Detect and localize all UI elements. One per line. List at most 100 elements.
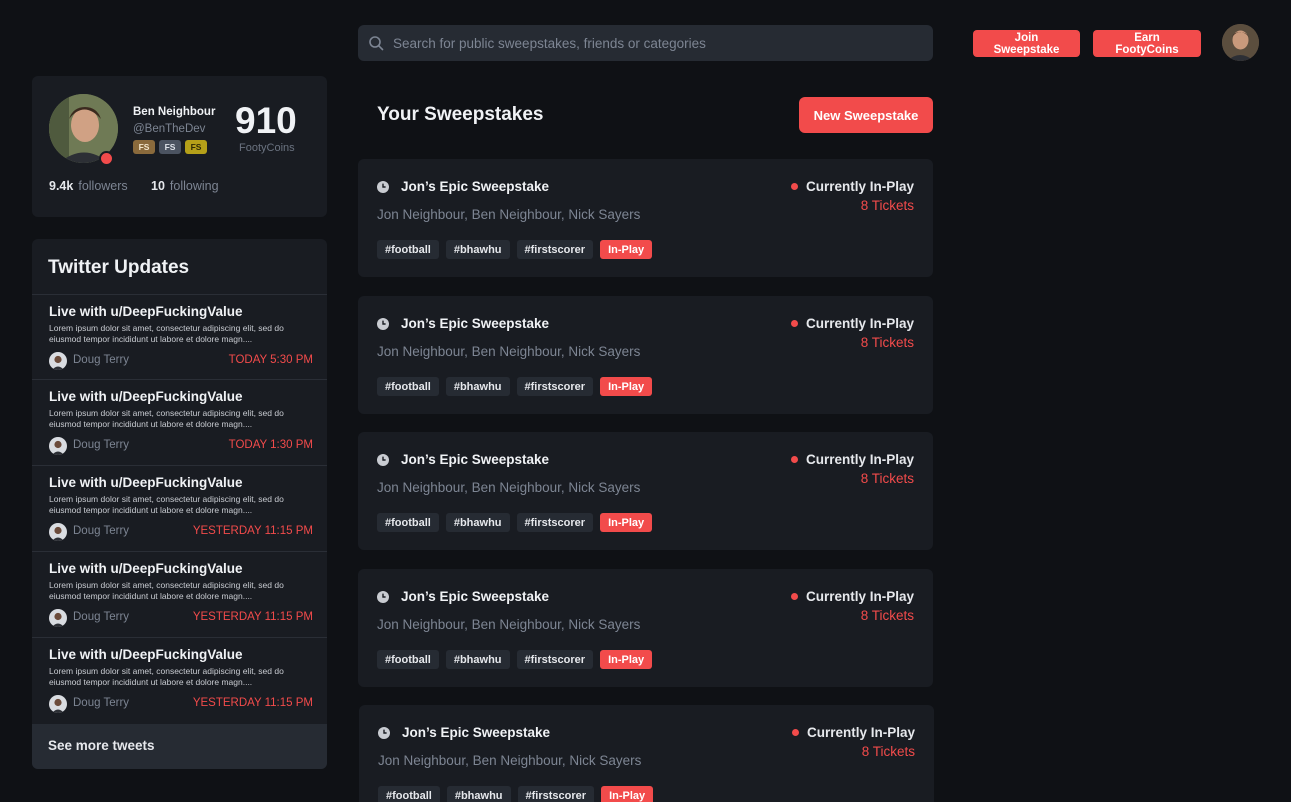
sweepstake-name: Jon’s Epic Sweepstake xyxy=(401,316,550,331)
tag-list: #football #bhawhu #firstscorer In-Play xyxy=(377,513,653,532)
tweet-body: Lorem ipsum dolor sit amet, consectetur … xyxy=(49,494,284,515)
search-icon xyxy=(369,36,384,51)
following-stat[interactable]: 10 following xyxy=(151,179,219,193)
tag[interactable]: #football xyxy=(378,786,440,802)
new-sweepstake-button[interactable]: New Sweepstake xyxy=(799,97,933,133)
tag-list: #football #bhawhu #firstscorer In-Play xyxy=(377,650,653,669)
ticket-count: 8 Tickets xyxy=(860,608,914,623)
tweet-body: Lorem ipsum dolor sit amet, consectetur … xyxy=(49,580,284,601)
sweepstake-members: Jon Neighbour, Ben Neighbour, Nick Sayer… xyxy=(377,207,641,222)
live-dot-icon xyxy=(790,183,798,190)
tag[interactable]: #firstscorer xyxy=(516,240,594,259)
ticket-count: 8 Tickets xyxy=(860,471,914,486)
tag[interactable]: #football xyxy=(377,377,439,396)
tweet-author-avatar xyxy=(49,695,67,713)
tag-list: #football #bhawhu #firstscorer In-Play xyxy=(377,240,653,259)
live-dot-icon xyxy=(790,456,798,463)
followers-label: followers xyxy=(78,179,128,193)
earn-footycoins-button[interactable]: Earn FootyCoins xyxy=(1093,30,1201,57)
tag[interactable]: #bhawhu xyxy=(445,513,510,532)
sweepstake-members: Jon Neighbour, Ben Neighbour, Nick Sayer… xyxy=(377,617,641,632)
status-label: Currently In-Play xyxy=(805,589,914,604)
tweet-item[interactable]: Live with u/DeepFuckingValue Lorem ipsum… xyxy=(32,379,327,465)
following-count: 10 xyxy=(151,179,165,193)
clock-icon xyxy=(377,318,389,330)
clock-icon xyxy=(377,454,389,466)
page-title: Your Sweepstakes xyxy=(377,104,544,125)
tweet-item[interactable]: Live with u/DeepFuckingValue Lorem ipsum… xyxy=(32,637,327,723)
sweepstake-status: Currently In-Play xyxy=(791,725,915,740)
profile-handle: @BenTheDev xyxy=(133,123,206,135)
user-avatar[interactable] xyxy=(1222,24,1259,61)
tweet-body: Lorem ipsum dolor sit amet, consectetur … xyxy=(49,408,284,429)
tweet-item[interactable]: Live with u/DeepFuckingValue Lorem ipsum… xyxy=(32,551,327,637)
tag[interactable]: #football xyxy=(377,513,439,532)
badge-gold: FS xyxy=(185,140,207,154)
tag[interactable]: #bhawhu xyxy=(445,377,510,396)
tag[interactable]: #bhawhu xyxy=(445,650,510,669)
sweepstake-status: Currently In-Play xyxy=(790,452,914,467)
followers-stat[interactable]: 9.4k followers xyxy=(49,179,128,193)
sweepstake-card[interactable]: Jon’s Epic Sweepstake Jon Neighbour, Ben… xyxy=(358,159,933,277)
live-dot-icon xyxy=(791,729,799,736)
tag-list: #football #bhawhu #firstscorer In-Play xyxy=(377,377,653,396)
tweet-author-avatar xyxy=(49,437,67,455)
sweepstake-card[interactable]: Jon’s Epic Sweepstake Jon Neighbour, Ben… xyxy=(359,705,934,802)
see-more-tweets-button[interactable]: See more tweets xyxy=(32,724,327,769)
sweepstake-status: Currently In-Play xyxy=(790,316,914,331)
tweet-body: Lorem ipsum dolor sit amet, consectetur … xyxy=(49,323,284,344)
badges: FS FS FS xyxy=(133,140,207,154)
followers-count: 9.4k xyxy=(49,179,74,193)
join-sweepstake-button[interactable]: Join Sweepstake xyxy=(973,30,1080,57)
sweepstake-name: Jon’s Epic Sweepstake xyxy=(402,725,551,740)
tweet-title: Live with u/DeepFuckingValue xyxy=(49,647,243,662)
in-play-tag: In-Play xyxy=(600,650,653,669)
in-play-tag: In-Play xyxy=(600,513,653,532)
tweet-item[interactable]: Live with u/DeepFuckingValue Lorem ipsum… xyxy=(32,294,327,380)
tag[interactable]: #bhawhu xyxy=(446,786,511,802)
online-status-dot xyxy=(99,151,114,166)
tweet-author: Doug Terry xyxy=(73,611,130,623)
tweet-author-avatar xyxy=(49,352,67,370)
sweepstake-card[interactable]: Jon’s Epic Sweepstake Jon Neighbour, Ben… xyxy=(358,569,933,687)
sweepstake-card[interactable]: Jon’s Epic Sweepstake Jon Neighbour, Ben… xyxy=(358,296,933,414)
in-play-tag: In-Play xyxy=(601,786,654,802)
badge-silver: FS xyxy=(159,140,181,154)
user-avatar-image xyxy=(1222,24,1259,61)
sweepstake-members: Jon Neighbour, Ben Neighbour, Nick Sayer… xyxy=(377,344,641,359)
tweet-title: Live with u/DeepFuckingValue xyxy=(49,304,243,319)
tweet-time: TODAY 1:30 PM xyxy=(228,439,313,451)
sweepstake-status: Currently In-Play xyxy=(790,589,914,604)
badge-bronze: FS xyxy=(133,140,155,154)
tag[interactable]: #firstscorer xyxy=(517,786,595,802)
tweet-item[interactable]: Live with u/DeepFuckingValue Lorem ipsum… xyxy=(32,465,327,551)
tweet-author: Doug Terry xyxy=(73,697,130,709)
footycoins-count: 910 xyxy=(235,100,297,141)
sweepstake-card[interactable]: Jon’s Epic Sweepstake Jon Neighbour, Ben… xyxy=(358,432,933,550)
tag[interactable]: #firstscorer xyxy=(516,377,594,396)
tag[interactable]: #football xyxy=(377,650,439,669)
tweet-time: YESTERDAY 11:15 PM xyxy=(192,611,313,623)
status-label: Currently In-Play xyxy=(806,725,915,740)
live-dot-icon xyxy=(790,593,798,600)
tag[interactable]: #football xyxy=(377,240,439,259)
tweet-title: Live with u/DeepFuckingValue xyxy=(49,475,243,490)
search-bar[interactable] xyxy=(358,25,933,61)
search-input[interactable] xyxy=(393,35,913,51)
footycoins-label: FootyCoins xyxy=(239,142,295,154)
tag-list: #football #bhawhu #firstscorer In-Play xyxy=(378,786,654,802)
tweet-author: Doug Terry xyxy=(73,439,130,451)
sweepstake-status: Currently In-Play xyxy=(790,179,914,194)
following-label: following xyxy=(169,179,219,193)
see-more-tweets-label: See more tweets xyxy=(48,738,155,753)
live-dot-icon xyxy=(790,320,798,327)
tweet-time: TODAY 5:30 PM xyxy=(228,354,313,366)
tag[interactable]: #bhawhu xyxy=(445,240,510,259)
status-label: Currently In-Play xyxy=(805,316,914,331)
tag[interactable]: #firstscorer xyxy=(516,513,594,532)
ticket-count: 8 Tickets xyxy=(860,198,914,213)
clock-icon xyxy=(378,727,390,739)
profile-card: Ben Neighbour @BenTheDev FS FS FS 910 Fo… xyxy=(32,76,327,217)
in-play-tag: In-Play xyxy=(600,240,653,259)
tag[interactable]: #firstscorer xyxy=(516,650,594,669)
